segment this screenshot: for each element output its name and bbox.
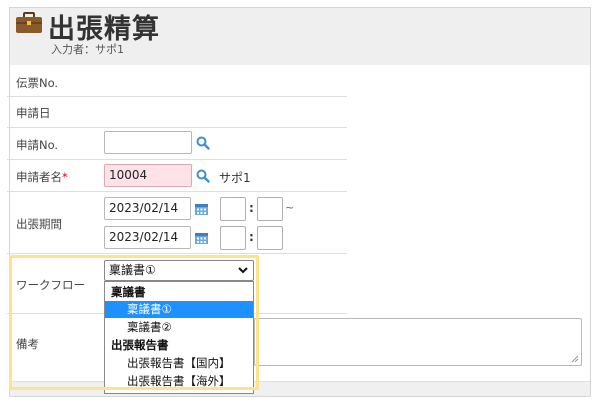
- option-group: 出張報告書: [111, 338, 169, 352]
- time-colon: :: [249, 230, 254, 244]
- search-icon[interactable]: [192, 164, 214, 187]
- option-group: 稟議書: [111, 285, 146, 299]
- resize-handle-icon[interactable]: [571, 355, 579, 363]
- calendar-icon[interactable]: [190, 227, 212, 249]
- slip-no-label: 伝票No.: [16, 76, 59, 90]
- period-label: 出張期間: [16, 217, 62, 231]
- required-mark: *: [62, 170, 68, 184]
- briefcase-icon: [16, 12, 42, 33]
- calendar-icon[interactable]: [190, 198, 212, 220]
- search-icon[interactable]: [192, 131, 214, 154]
- option-item[interactable]: 稟議書②: [105, 319, 253, 336]
- row-divider: [7, 159, 347, 160]
- apply-no-input[interactable]: [104, 131, 192, 154]
- row-divider: [7, 253, 347, 254]
- panel-footer: [10, 381, 590, 396]
- remarks-textarea[interactable]: [254, 318, 582, 366]
- start-date-input[interactable]: 2023/02/14: [104, 197, 191, 220]
- end-minute-input[interactable]: [257, 226, 283, 250]
- option-item[interactable]: 出張報告書【国内】: [105, 355, 253, 372]
- page-subtitle: 入力者：サポ1: [51, 43, 124, 56]
- workflow-label: ワークフロー: [16, 278, 85, 292]
- remarks-label: 備考: [16, 337, 39, 351]
- chevron-down-icon: [238, 267, 248, 274]
- row-divider: [7, 191, 347, 192]
- time-colon: :: [249, 201, 254, 215]
- row-divider: [7, 127, 347, 128]
- workflow-dropdown-list: 稟議書 稟議書① 稟議書② 出張報告書 出張報告書【国内】 出張報告書【海外】: [104, 281, 254, 394]
- page-header: 出張精算 入力者：サポ1: [10, 8, 590, 65]
- apply-date-label: 申請日: [16, 106, 51, 120]
- applicant-code-input[interactable]: 10004: [104, 164, 192, 187]
- option-item[interactable]: 稟議書①: [105, 301, 253, 318]
- workflow-select[interactable]: 稟議書①: [104, 260, 254, 281]
- range-mark: ~: [285, 201, 295, 214]
- row-divider: [7, 96, 347, 97]
- applicant-name: サポ1: [219, 171, 251, 185]
- end-date-input[interactable]: 2023/02/14: [104, 226, 191, 249]
- start-hour-input[interactable]: [220, 197, 246, 221]
- apply-no-label: 申請No.: [16, 138, 59, 152]
- start-minute-input[interactable]: [257, 197, 283, 221]
- option-item[interactable]: 出張報告書【海外】: [105, 373, 253, 390]
- end-hour-input[interactable]: [220, 226, 246, 250]
- applicant-label: 申請者名*: [16, 170, 68, 184]
